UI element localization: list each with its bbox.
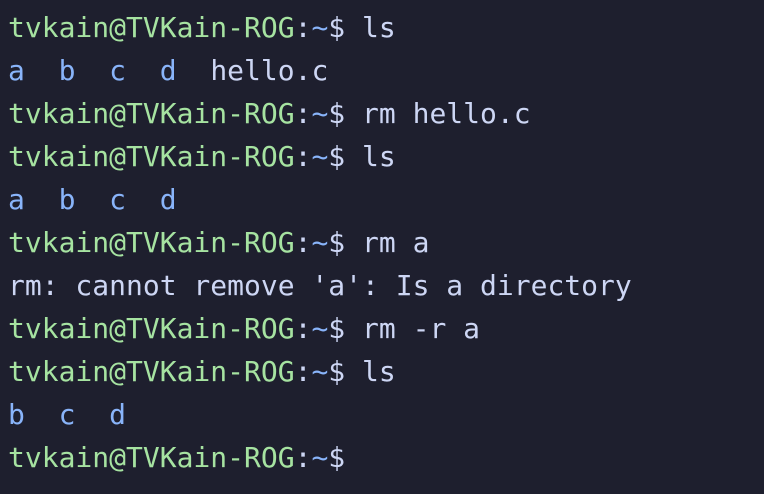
directory-entry: b [58,183,76,216]
directory-entry: c [58,398,76,431]
prompt-separator: : [294,140,312,173]
directory-entry: d [159,54,177,87]
prompt-user-host: tvkain@TVKain-ROG [8,140,295,173]
prompt-path: ~ [311,226,329,259]
directory-entry: b [58,54,76,87]
prompt-line: tvkain@TVKain-ROG:~$ rm -r a [8,307,764,350]
prompt-path: ~ [311,312,329,345]
prompt-symbol: $ [328,140,346,173]
command-text: rm hello.c [345,97,531,130]
ls-output-line: a b c d [8,178,764,221]
prompt-user-host: tvkain@TVKain-ROG [8,441,295,474]
directory-entry: c [109,54,127,87]
command-text: rm a [345,226,430,259]
prompt-symbol: $ [328,441,346,474]
directory-entry: c [109,183,127,216]
prompt-separator: : [294,312,312,345]
command-text: ls [345,11,396,44]
prompt-separator: : [294,441,312,474]
directory-entry: d [109,398,127,431]
directory-entry: a [8,183,25,216]
error-output-line: rm: cannot remove 'a': Is a directory [8,264,764,307]
prompt-path: ~ [311,140,329,173]
file-entry: hello.c [210,54,329,87]
prompt-symbol: $ [328,97,346,130]
prompt-separator: : [294,11,312,44]
directory-entry: d [159,183,177,216]
command-text: ls [345,355,396,388]
prompt-path: ~ [311,441,329,474]
prompt-path: ~ [311,355,329,388]
prompt-path: ~ [311,11,329,44]
prompt-user-host: tvkain@TVKain-ROG [8,11,295,44]
prompt-symbol: $ [328,312,346,345]
ls-output-line: a b c d hello.c [8,49,764,92]
prompt-separator: : [294,355,312,388]
prompt-user-host: tvkain@TVKain-ROG [8,355,295,388]
prompt-line: tvkain@TVKain-ROG:~$ ls [8,350,764,393]
directory-entry: b [8,398,25,431]
command-text: ls [345,140,396,173]
prompt-user-host: tvkain@TVKain-ROG [8,97,295,130]
command-text: rm -r a [345,312,481,345]
prompt-line: tvkain@TVKain-ROG:~$ rm hello.c [8,92,764,135]
prompt-path: ~ [311,97,329,130]
prompt-line: tvkain@TVKain-ROG:~$ ls [8,6,764,49]
prompt-user-host: tvkain@TVKain-ROG [8,226,295,259]
error-message: rm: cannot remove 'a': Is a directory [8,269,632,302]
prompt-line: tvkain@TVKain-ROG:~$ rm a [8,221,764,264]
prompt-symbol: $ [328,226,346,259]
terminal-window[interactable]: tvkain@TVKain-ROG:~$ ls a b c d hello.c tv… [0,0,764,494]
prompt-symbol: $ [328,11,346,44]
prompt-line: tvkain@TVKain-ROG:~$ [8,436,764,479]
ls-output-line: b c d [8,393,764,436]
prompt-line: tvkain@TVKain-ROG:~$ ls [8,135,764,178]
prompt-user-host: tvkain@TVKain-ROG [8,312,295,345]
prompt-separator: : [294,97,312,130]
prompt-symbol: $ [328,355,346,388]
directory-entry: a [8,54,25,87]
prompt-separator: : [294,226,312,259]
